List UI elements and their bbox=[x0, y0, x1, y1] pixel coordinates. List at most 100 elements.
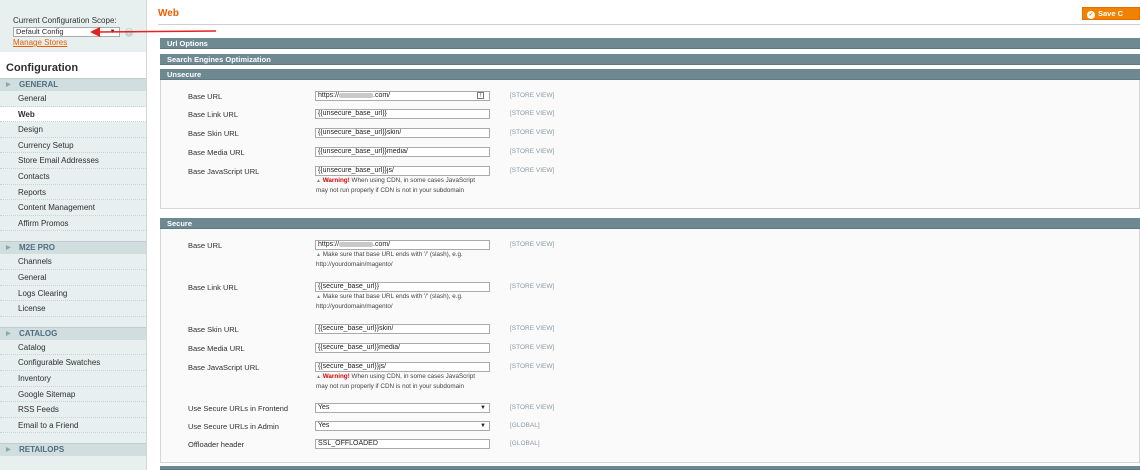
field-label: Offloader header bbox=[188, 440, 245, 449]
warning-label: Warning! bbox=[322, 177, 350, 184]
section-seo[interactable]: Search Engines Optimization bbox=[160, 54, 1140, 65]
url-prefix: https:// bbox=[318, 92, 340, 99]
slash-note: ▲ Make sure that base URL ends with '/' … bbox=[316, 251, 463, 268]
sidebar-item-rss-feeds[interactable]: RSS Feeds bbox=[0, 402, 146, 418]
sidebar-item-contacts[interactable]: Contacts bbox=[0, 169, 146, 185]
unsecure-base-skin-url-input[interactable]: {{unsecure_base_url}}skin/ bbox=[315, 128, 490, 138]
sidebar-item-currency-setup[interactable]: Currency Setup bbox=[0, 138, 146, 154]
sidebar-item-google-sitemap[interactable]: Google Sitemap bbox=[0, 387, 146, 403]
unsecure-base-js-url-input[interactable]: {{unsecure_base_url}}js/ bbox=[315, 166, 490, 176]
secure-base-url-input[interactable]: https:// .com/ bbox=[315, 240, 490, 250]
sidebar: Current Configuration Scope: Default Con… bbox=[0, 0, 147, 470]
scope-select-value: Default Config bbox=[16, 27, 64, 36]
configuration-title: Configuration bbox=[0, 52, 146, 78]
secure-base-link-url-input[interactable]: {{secure_base_url}} bbox=[315, 282, 490, 292]
field-label: Base Link URL bbox=[188, 110, 239, 119]
field-label: Use Secure URLs in Admin bbox=[188, 422, 279, 431]
sidebar-group-retailops[interactable]: ▶ RETAILOPS bbox=[0, 443, 146, 457]
sidebar-item-store-email-addresses[interactable]: Store Email Addresses bbox=[0, 153, 146, 169]
scope-tag: [STORE VIEW] bbox=[510, 110, 555, 117]
sidebar-item-license[interactable]: License bbox=[0, 301, 146, 317]
select-value: Yes bbox=[318, 404, 330, 411]
sidebar-item-content-management[interactable]: Content Management bbox=[0, 200, 146, 216]
url-prefix: https:// bbox=[318, 241, 340, 248]
note-line: http://yourdomain/magento/ bbox=[316, 303, 393, 310]
expand-arrow-icon: ▶ bbox=[6, 330, 11, 337]
save-button-label: Save C bbox=[1098, 9, 1124, 18]
section-secure[interactable]: Secure bbox=[160, 218, 1140, 229]
offloader-header-input[interactable]: SSL_OFFLOADED bbox=[315, 439, 490, 449]
field-label: Base JavaScript URL bbox=[188, 363, 260, 372]
sidebar-item-reports[interactable]: Reports bbox=[0, 185, 146, 201]
sidebar-group-label: RETAILOPS bbox=[19, 445, 65, 455]
secure-base-skin-url-input[interactable]: {{secure_base_url}}skin/ bbox=[315, 324, 490, 334]
scope-tag: [STORE VIEW] bbox=[510, 404, 555, 411]
section-url-options[interactable]: Url Options bbox=[160, 38, 1140, 49]
sidebar-item-m2e-general[interactable]: General bbox=[0, 270, 146, 286]
sidebar-item-inventory[interactable]: Inventory bbox=[0, 371, 146, 387]
sidebar-group-general[interactable]: ▶ GENERAL bbox=[0, 78, 146, 91]
save-config-button[interactable]: ✓ Save C bbox=[1082, 7, 1140, 20]
chevron-down-icon: ▼ bbox=[480, 405, 486, 411]
field-label: Base Media URL bbox=[188, 148, 245, 157]
field-label: Base URL bbox=[188, 241, 223, 250]
note-line: When using CDN, in some cases JavaScript bbox=[349, 373, 476, 380]
secure-base-media-url-input[interactable]: {{secure_base_url}}media/ bbox=[315, 343, 490, 353]
expand-arrow-icon: ▶ bbox=[6, 82, 11, 88]
expand-arrow-icon: ▶ bbox=[6, 245, 11, 252]
section-unsecure[interactable]: Unsecure bbox=[160, 69, 1140, 80]
scope-tag: [GLOBAL] bbox=[510, 422, 540, 429]
note-line: When using CDN, in some cases JavaScript bbox=[349, 177, 476, 184]
secure-frontend-select[interactable]: Yes ▼ bbox=[315, 403, 490, 413]
unsecure-base-link-url-input[interactable]: {{unsecure_base_url}} bbox=[315, 109, 490, 119]
field-label: Base JavaScript URL bbox=[188, 167, 260, 176]
cdn-warning-note: ▲ Warning! When using CDN, in some cases… bbox=[316, 373, 476, 390]
note-line: http://yourdomain/magento/ bbox=[316, 261, 393, 268]
sidebar-group-label: GENERAL bbox=[19, 80, 59, 89]
scope-tag: [STORE VIEW] bbox=[510, 92, 555, 99]
sidebar-item-email-to-a-friend[interactable]: Email to a Friend bbox=[0, 418, 146, 434]
field-label: Base Skin URL bbox=[188, 325, 239, 334]
sidebar-group-label: M2E PRO bbox=[19, 243, 56, 253]
sidebar-group-catalog[interactable]: ▶ CATALOG bbox=[0, 326, 146, 340]
scope-tag: [STORE VIEW] bbox=[510, 129, 555, 136]
field-label: Base Media URL bbox=[188, 344, 245, 353]
expand-arrow-icon: ▶ bbox=[6, 447, 11, 454]
sidebar-group-label: CATALOG bbox=[19, 328, 58, 338]
section-next-collapsed[interactable] bbox=[160, 466, 1140, 470]
scope-tag: [STORE VIEW] bbox=[510, 283, 555, 290]
scope-tag: [STORE VIEW] bbox=[510, 167, 555, 174]
sidebar-item-channels[interactable]: Channels bbox=[0, 254, 146, 270]
sidebar-group-m2e-pro[interactable]: ▶ M2E PRO bbox=[0, 241, 146, 255]
select-value: Yes bbox=[318, 422, 330, 429]
warning-label: Warning! bbox=[322, 373, 350, 380]
secure-admin-select[interactable]: Yes ▼ bbox=[315, 421, 490, 431]
slash-note: ▲ Make sure that base URL ends with '/' … bbox=[316, 293, 463, 310]
main-content: Web ✓ Save C Url Options Search Engines O… bbox=[147, 0, 1140, 470]
sidebar-item-web[interactable]: Web bbox=[0, 106, 146, 123]
chevron-down-icon: ▼ bbox=[480, 423, 486, 429]
redacted-domain bbox=[339, 92, 374, 98]
input-helper-icon[interactable]: ! bbox=[477, 92, 484, 99]
secure-base-js-url-input[interactable]: {{secure_base_url}}js/ bbox=[315, 362, 490, 372]
scope-tag: [GLOBAL] bbox=[510, 440, 540, 447]
sidebar-item-general[interactable]: General bbox=[0, 91, 146, 107]
sidebar-item-configurable-swatches[interactable]: Configurable Swatches bbox=[0, 355, 146, 371]
manage-stores-link[interactable]: Manage Stores bbox=[13, 38, 133, 47]
unsecure-base-url-input[interactable]: https:// .com/ ! bbox=[315, 91, 490, 101]
note-line: may not run properly if CDN is not in yo… bbox=[316, 187, 465, 194]
page-title: Web bbox=[158, 8, 179, 19]
redacted-domain bbox=[339, 241, 374, 247]
sidebar-item-catalog[interactable]: Catalog bbox=[0, 340, 146, 356]
sidebar-item-logs-clearing[interactable]: Logs Clearing bbox=[0, 286, 146, 302]
field-label: Base Skin URL bbox=[188, 129, 239, 138]
scope-tag: [STORE VIEW] bbox=[510, 241, 555, 248]
note-line: Make sure that base URL ends with '/' (s… bbox=[320, 251, 463, 258]
secure-fieldset: Base URL https:// .com/ [STORE VIEW] ▲ Ma… bbox=[160, 229, 1140, 463]
url-suffix: .com/ bbox=[373, 92, 391, 99]
unsecure-base-media-url-input[interactable]: {{unsecure_base_url}}media/ bbox=[315, 147, 490, 157]
note-line: Make sure that base URL ends with '/' (s… bbox=[320, 293, 463, 300]
scope-tag: [STORE VIEW] bbox=[510, 148, 555, 155]
sidebar-item-design[interactable]: Design bbox=[0, 122, 146, 138]
sidebar-item-affirm-promos[interactable]: Affirm Promos bbox=[0, 216, 146, 232]
